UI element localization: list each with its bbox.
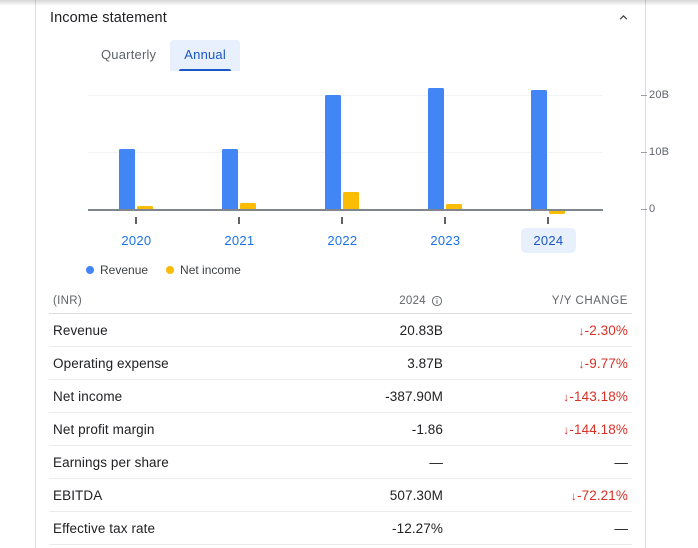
table-row: Revenue 20.83B ↓-2.30% xyxy=(49,314,632,347)
arrow-down-icon: ↓ xyxy=(563,422,570,437)
chart-x-tick xyxy=(547,217,550,225)
chart-bar-net-income-2022[interactable] xyxy=(343,192,360,210)
table-row: Operating expense 3.87B ↓-9.77% xyxy=(49,347,632,380)
chart-x-label-2020[interactable]: 2020 xyxy=(109,228,163,253)
chart-y-label: 0 xyxy=(649,203,656,216)
card-header: Income statement xyxy=(36,0,645,32)
chart-x-label-2021[interactable]: 2021 xyxy=(212,228,266,253)
table-row: Earnings per share — — xyxy=(49,446,632,479)
info-icon[interactable] xyxy=(431,295,443,307)
table-body: Revenue 20.83B ↓-2.30% Operating expense 3.8… xyxy=(49,314,632,545)
arrow-down-icon: ↓ xyxy=(578,323,585,338)
row-label: Net income xyxy=(53,388,123,404)
table-row: Net profit margin -1.86 ↓-144.18% xyxy=(49,413,632,446)
table-row: Net income -387.90M ↓-143.18% xyxy=(49,380,632,413)
legend-dot-blue-icon xyxy=(86,266,94,274)
chart-x-label-2022[interactable]: 2022 xyxy=(315,228,369,253)
legend-item-net-income[interactable]: Net income xyxy=(166,263,241,277)
row-value: — xyxy=(429,454,443,470)
chart-x-label-2023[interactable]: 2023 xyxy=(418,228,472,253)
page-root: Income statement Quarterly Annual 0 10B 20… xyxy=(0,0,698,548)
chart-gridline xyxy=(88,152,603,154)
table-row: Effective tax rate -12.27% — xyxy=(49,512,632,545)
row-change: ↓-2.30% xyxy=(578,322,628,338)
chart-bar-net-income-2023[interactable] xyxy=(446,204,463,210)
chart-legend: Revenue Net income xyxy=(86,263,241,277)
chart-plot-area: 0 10B 20B xyxy=(88,78,669,225)
row-change: ↓-72.21% xyxy=(570,487,628,503)
legend-label-revenue: Revenue xyxy=(100,263,149,277)
chart-y-tick xyxy=(641,95,647,97)
row-value: -1.86 xyxy=(411,421,443,437)
header-currency: (INR) xyxy=(53,294,82,307)
row-label: Net profit margin xyxy=(53,421,155,437)
row-value: 507.30M xyxy=(389,487,443,503)
chart-x-tick xyxy=(444,217,447,225)
chart-x-axis-labels: 2020 2021 2022 2023 2024 xyxy=(88,228,603,256)
arrow-down-icon: ↓ xyxy=(578,356,585,371)
tab-annual[interactable]: Annual xyxy=(170,40,240,71)
page-title: Income statement xyxy=(50,10,167,26)
row-label: Earnings per share xyxy=(53,454,169,470)
chart-bar-revenue-2021[interactable] xyxy=(222,149,239,210)
right-divider xyxy=(645,0,646,548)
row-label: Revenue xyxy=(53,322,108,338)
chart-bar-revenue-2022[interactable] xyxy=(325,95,342,210)
table-row: EBITDA 507.30M ↓-72.21% xyxy=(49,479,632,512)
tab-quarterly[interactable]: Quarterly xyxy=(87,40,170,71)
row-change: ↓-144.18% xyxy=(563,421,628,437)
chart-bar-net-income-2021[interactable] xyxy=(240,203,257,210)
income-statement-card: Income statement Quarterly Annual 0 10B 20… xyxy=(36,0,669,548)
chart-gridline xyxy=(88,95,603,97)
legend-dot-yellow-icon xyxy=(166,266,175,274)
chart-x-tick xyxy=(135,217,138,225)
row-value: 20.83B xyxy=(399,322,443,338)
chart-y-tick xyxy=(641,152,647,154)
row-value: -12.27% xyxy=(392,520,443,536)
chevron-up-icon[interactable] xyxy=(610,4,636,30)
chart-zero-axis xyxy=(88,209,603,212)
chart-y-label: 10B xyxy=(649,146,670,159)
row-label: Operating expense xyxy=(53,355,169,371)
chart-x-tick xyxy=(238,217,241,225)
row-value: 3.87B xyxy=(407,355,443,371)
chart-bar-revenue-2023[interactable] xyxy=(428,87,445,210)
chart-bar-net-income-2020[interactable] xyxy=(137,206,154,210)
row-change: — xyxy=(614,520,628,536)
chart-bar-revenue-2020[interactable] xyxy=(119,148,136,210)
chart-y-tick xyxy=(641,209,647,211)
income-statement-chart: 0 10B 20B 2020 2021 2022 2023 2024 xyxy=(49,78,669,258)
table-header-row: (INR) 2024 Y/Y CHANGE xyxy=(49,288,632,314)
row-change: ↓-9.77% xyxy=(578,355,628,371)
financials-table: (INR) 2024 Y/Y CHANGE Revenue 20.83B ↓-2.3… xyxy=(49,288,632,545)
chart-x-tick xyxy=(341,217,344,225)
period-tabs: Quarterly Annual xyxy=(87,40,240,71)
legend-item-revenue[interactable]: Revenue xyxy=(86,263,148,277)
row-label: EBITDA xyxy=(53,487,103,503)
chart-bar-net-income-2024[interactable] xyxy=(549,211,566,215)
chart-y-label: 20B xyxy=(649,89,670,102)
row-change: ↓-143.18% xyxy=(563,388,628,404)
row-label: Effective tax rate xyxy=(53,520,156,536)
row-value: -387.90M xyxy=(385,388,443,404)
arrow-down-icon: ↓ xyxy=(563,389,570,404)
legend-label-net-income: Net income xyxy=(180,263,241,277)
chart-x-label-2024[interactable]: 2024 xyxy=(521,228,576,253)
arrow-down-icon: ↓ xyxy=(570,488,578,503)
header-yy-change: Y/Y CHANGE xyxy=(551,294,628,307)
chart-bar-revenue-2024[interactable] xyxy=(531,90,548,210)
row-change: — xyxy=(614,454,628,470)
header-period-label: 2024 xyxy=(399,294,426,307)
header-period: 2024 xyxy=(293,295,443,307)
